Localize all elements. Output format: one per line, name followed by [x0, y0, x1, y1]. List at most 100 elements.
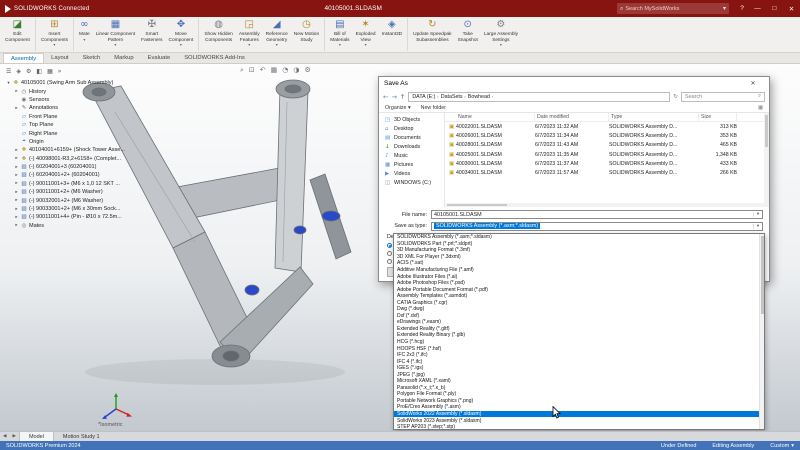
doc-tab[interactable]: Motion Study 1 — [54, 432, 109, 441]
ribbon-button[interactable]: ⊙ Take Snapshot — [455, 18, 481, 51]
panel-tab-icon[interactable]: » — [58, 68, 62, 75]
file-row[interactable]: ▣ 40025001.SLDASM 6/7/2023 11:35 AM SOLI… — [445, 150, 769, 159]
view-tool-icon[interactable]: ⊡ — [249, 66, 255, 75]
file-row[interactable]: ▣ 40026001.SLDASM 6/7/2023 11:34 AM SOLI… — [445, 131, 769, 140]
ribbon-button[interactable]: ◍ Show Hidden Components — [201, 18, 236, 51]
chevron-down-icon[interactable]: ▾ — [500, 43, 502, 47]
tab-scroll-left-icon[interactable]: ◀ — [0, 432, 9, 441]
expand-arrow-icon[interactable]: ▸ — [14, 207, 19, 212]
panel-tab-icon[interactable]: ☰ — [6, 68, 11, 75]
tree-item[interactable]: ▸ ▧ (-) 90011001+4+ (Pin - Ø10 x 72.5m..… — [4, 213, 196, 221]
sidebar-place-item[interactable]: ▶ Videos — [379, 169, 444, 178]
breadcrumb[interactable]: DATA (E:) › DataSets › Bowhead › — [408, 91, 671, 102]
expand-arrow-icon[interactable]: ▸ — [14, 215, 19, 220]
graphics-area[interactable]: ⌕ ⊡ ↶ ▦ ◔ ◑ ⚙ ☰ ◈ ⚙ ◧ ▦ » ▾ ❖ 40105001 (… — [0, 64, 800, 431]
panel-tab-icon[interactable]: ▦ — [47, 68, 53, 75]
scrollbar-thumb[interactable] — [765, 115, 768, 147]
tree-item[interactable]: ▸ ❖ (-) 40098001-R3,2+6158+ (Complet... — [4, 155, 196, 163]
doc-tab[interactable]: Model — [18, 432, 54, 441]
command-tab[interactable]: Markup — [107, 53, 140, 63]
ribbon-button[interactable]: ∞ Mate ▾ — [76, 18, 93, 51]
save-type-option[interactable]: STEP AP203 (*.step;*.stp) — [394, 424, 764, 431]
file-list-hscrollbar[interactable] — [445, 203, 764, 207]
sidebar-place-item[interactable]: ▤ Documents — [379, 133, 444, 142]
expand-arrow-icon[interactable]: ▸ — [14, 223, 19, 228]
tree-item[interactable]: ▾ ❖ 40105001 (Swing Arm Sub Assembly) — [4, 79, 196, 87]
expand-arrow-icon[interactable]: ▸ — [14, 198, 19, 203]
tree-item[interactable]: ▸ ❖ 40104001+6159+ (Shock Tower Asse... — [4, 146, 196, 154]
expand-arrow-icon[interactable]: ▸ — [14, 148, 19, 153]
expand-arrow-icon[interactable]: ▸ — [14, 190, 19, 195]
tree-item[interactable]: ▱ Right Plane — [4, 129, 196, 137]
command-tab[interactable]: Sketch — [76, 53, 108, 63]
file-list-vscrollbar[interactable] — [764, 113, 769, 207]
tree-item[interactable]: ▸ ◎ Mates — [4, 222, 196, 230]
maximize-button[interactable]: □ — [766, 0, 783, 17]
sidebar-place-item[interactable]: ◫ WINDOWS (C:) — [379, 178, 444, 187]
organize-button[interactable]: Organize ▾ — [385, 105, 411, 111]
chevron-down-icon[interactable]: ▾ — [753, 223, 762, 229]
chevron-down-icon[interactable]: ▾ — [83, 37, 85, 42]
chevron-down-icon[interactable]: ▾ — [53, 43, 55, 47]
expand-arrow-icon[interactable]: ▾ — [6, 81, 11, 86]
column-date-modified[interactable]: Date modified — [535, 113, 609, 121]
tree-item[interactable]: ⌖ Origin — [4, 138, 196, 146]
up-icon[interactable]: ↑ — [400, 93, 405, 101]
expand-arrow-icon[interactable]: ▸ — [14, 173, 19, 178]
ribbon-button[interactable]: ◢ Reference Geometry ▾ — [263, 18, 291, 51]
file-row[interactable]: ▣ 40022001.SLDASM 6/7/2023 11:32 AM SOLI… — [445, 122, 769, 131]
command-tab[interactable]: Evaluate — [141, 53, 178, 63]
ribbon-button[interactable]: ✥ Move Component ▾ — [166, 18, 200, 51]
view-tool-icon[interactable]: ◑ — [293, 66, 299, 75]
file-name-input[interactable]: 40105001.SLDASM ▾ — [431, 210, 763, 219]
ribbon-button[interactable]: ⊞ Insert Components ▾ — [38, 18, 75, 51]
dialog-close-icon[interactable]: ✕ — [742, 80, 764, 87]
unit-system-selector[interactable]: Custom ▾ — [770, 443, 794, 449]
command-tab[interactable]: Layout — [44, 53, 75, 63]
sidebar-place-item[interactable]: ⌂ Desktop — [379, 124, 444, 133]
view-tool-icon[interactable]: ⌕ — [240, 66, 244, 75]
view-tool-icon[interactable]: ↶ — [260, 66, 266, 75]
ribbon-button[interactable]: ◈ Instant3D — [379, 18, 409, 51]
ribbon-button[interactable]: ↻ Update Speedpak Subassemblies — [410, 18, 454, 51]
tree-item[interactable]: ▸ ▧ (-) 60204001+2+ (60204001) — [4, 171, 196, 179]
expand-arrow-icon[interactable]: ▸ — [14, 106, 19, 111]
command-tab[interactable]: SOLIDWORKS Add-Ins — [177, 53, 252, 63]
ribbon-button[interactable]: ◷ New Motion Study — [291, 18, 326, 51]
sidebar-place-item[interactable]: ↓ Downloads — [379, 142, 444, 151]
ribbon-button[interactable]: ▦ Linear Component Pattern ▾ — [93, 18, 138, 51]
tree-item[interactable]: ▸ ▧ (-) 90011001+3+ (M6 x 1,0 12 SKT ... — [4, 180, 196, 188]
command-tab[interactable]: Assembly — [3, 53, 45, 63]
sidebar-place-item[interactable]: ♪ Music — [379, 151, 444, 160]
breadcrumb-crumb[interactable]: DATA (E:) › — [412, 94, 438, 100]
ribbon-button[interactable]: ▤ Bill of Materials ▾ — [327, 18, 352, 51]
chevron-down-icon[interactable]: ▾ — [114, 43, 116, 47]
help-button[interactable]: ? — [735, 5, 749, 12]
tree-item[interactable]: ▸ ▧ (-) 90032001+2+ (M6 Washer) — [4, 196, 196, 204]
panel-tab-icon[interactable]: ◈ — [16, 68, 21, 75]
file-row[interactable]: ▣ 40028001.SLDASM 6/7/2023 11:43 AM SOLI… — [445, 141, 769, 150]
chevron-down-icon[interactable]: ▾ — [180, 43, 182, 47]
panel-tab-icon[interactable]: ◧ — [36, 68, 42, 75]
column-type[interactable]: Type — [609, 113, 699, 121]
tree-item[interactable]: ◉ Sensors — [4, 96, 196, 104]
column-name[interactable]: Name — [449, 113, 535, 121]
minimize-button[interactable]: — — [749, 0, 766, 17]
expand-arrow-icon[interactable]: ▸ — [14, 181, 19, 186]
chevron-down-icon[interactable]: ▾ — [753, 212, 762, 217]
tree-item[interactable]: ▸ ▧ (-) 60204001+3 (60204001) — [4, 163, 196, 171]
tree-item[interactable]: ▱ Top Plane — [4, 121, 196, 129]
back-icon[interactable]: ← — [383, 93, 388, 101]
breadcrumb-crumb[interactable]: Bowhead › — [468, 94, 493, 100]
ribbon-button[interactable]: ◲ Assembly Features ▾ — [236, 18, 263, 51]
tree-item[interactable]: ▸ ◷ History — [4, 87, 196, 95]
sidebar-place-item[interactable]: ▦ Pictures — [379, 160, 444, 169]
scrollbar-thumb[interactable] — [447, 204, 507, 206]
save-as-type-combo[interactable]: SOLIDWORKS Assembly (*.asm;*.sldasm) ▾ — [431, 221, 763, 231]
forward-icon[interactable]: → — [391, 93, 396, 101]
refresh-icon[interactable]: ↻ — [673, 94, 678, 100]
expand-arrow-icon[interactable]: ▸ — [14, 156, 19, 161]
radio-icon[interactable] — [387, 258, 392, 264]
chevron-down-icon[interactable]: ▾ — [365, 43, 367, 47]
view-tool-icon[interactable]: ▦ — [271, 66, 278, 75]
